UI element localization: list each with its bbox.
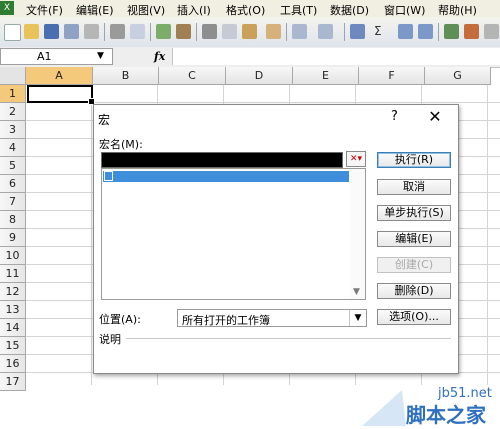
menu-format[interactable]: 格式(O): [226, 2, 265, 18]
row-header-13[interactable]: 13: [0, 301, 26, 319]
name-box-value: A1: [37, 50, 52, 63]
permission-icon[interactable]: [64, 24, 79, 39]
macro-name-input[interactable]: [101, 152, 343, 168]
macro-name-label: 宏名(M):: [99, 138, 143, 151]
row-header-8[interactable]: 8: [0, 211, 26, 229]
dialog-title: 宏: [98, 113, 111, 127]
row-header-1[interactable]: 1: [0, 85, 26, 103]
excel-app-icon[interactable]: X: [0, 1, 14, 15]
run-button[interactable]: 执行(R): [377, 152, 451, 168]
row-header-10[interactable]: 10: [0, 247, 26, 265]
location-select[interactable]: 所有打开的工作簿 ▼: [177, 309, 367, 327]
delete-button[interactable]: 删除(D): [377, 283, 451, 299]
column-header-c[interactable]: C: [159, 67, 226, 85]
menu-bar: X 文件(F) 编辑(E) 视图(V) 插入(I) 格式(O) 工具(T) 数据…: [0, 0, 500, 17]
formula-input[interactable]: [172, 48, 500, 65]
save-icon[interactable]: [44, 24, 59, 39]
row-header-7[interactable]: 7: [0, 193, 26, 211]
menu-view[interactable]: 视图(V): [127, 2, 165, 18]
formula-bar: A1 ▼ fx: [0, 47, 500, 68]
undo-icon[interactable]: [292, 24, 307, 39]
redo-icon[interactable]: [318, 24, 333, 39]
menu-help[interactable]: 帮助(H): [438, 2, 477, 18]
toolbar-separator: [344, 23, 345, 41]
options-button[interactable]: 选项(O)...: [377, 309, 451, 325]
sort-ascending-icon[interactable]: [398, 24, 413, 39]
cut-icon[interactable]: [202, 24, 217, 39]
hyperlink-icon[interactable]: [350, 24, 365, 39]
description-divider: [126, 338, 451, 339]
macro-list[interactable]: ▼: [101, 168, 366, 300]
watermark-name: 脚本之家: [406, 403, 486, 427]
collapse-dialog-icon[interactable]: ✕▾: [346, 151, 366, 167]
insert-function-icon[interactable]: fx: [154, 50, 165, 63]
chevron-down-icon[interactable]: ▼: [353, 287, 360, 297]
toolbar-separator: [104, 23, 105, 41]
menu-window[interactable]: 窗口(W): [384, 2, 425, 18]
row-header-3[interactable]: 3: [0, 121, 26, 139]
list-item-selected[interactable]: [103, 171, 349, 182]
sort-descending-icon[interactable]: [418, 24, 433, 39]
column-header-g[interactable]: G: [425, 67, 491, 85]
menu-data[interactable]: 数据(D): [330, 2, 369, 18]
selected-cell-a1[interactable]: [27, 85, 95, 105]
toolbar-separator: [286, 23, 287, 41]
column-header-d[interactable]: D: [226, 67, 293, 85]
row-header-16[interactable]: 16: [0, 355, 26, 373]
edit-button[interactable]: 编辑(E): [377, 231, 451, 247]
row-header-6[interactable]: 6: [0, 175, 26, 193]
macro-dialog: 宏 ? ✕ 宏名(M): ✕▾ ▼ 执行(R) 取消 单步执行(S) 编辑(E)…: [93, 104, 459, 374]
list-scrollbar[interactable]: ▼: [350, 169, 365, 299]
chart-wizard-icon[interactable]: [444, 24, 459, 39]
menu-insert[interactable]: 插入(I): [177, 2, 211, 18]
row-header-17[interactable]: 17: [0, 373, 26, 391]
watermark-logo-icon: [362, 390, 406, 426]
autosum-icon[interactable]: Σ: [374, 24, 382, 39]
spelling-icon[interactable]: [156, 24, 171, 39]
column-header-f[interactable]: F: [359, 67, 425, 85]
standard-toolbar: Σ: [0, 17, 500, 48]
column-header-e[interactable]: E: [293, 67, 359, 85]
row-header-11[interactable]: 11: [0, 265, 26, 283]
format-painter-icon[interactable]: [266, 24, 281, 39]
row-header-5[interactable]: 5: [0, 157, 26, 175]
create-button: 创建(C): [377, 257, 451, 273]
research-icon[interactable]: [176, 24, 191, 39]
description-label: 说明: [99, 333, 121, 346]
macro-icon: [104, 171, 113, 181]
new-icon[interactable]: [4, 24, 21, 41]
column-header-a[interactable]: A: [26, 67, 93, 85]
help-icon[interactable]: ?: [391, 109, 398, 124]
row-header-9[interactable]: 9: [0, 229, 26, 247]
zoom-icon[interactable]: [484, 24, 499, 39]
menu-file[interactable]: 文件(F): [26, 2, 63, 18]
name-box[interactable]: A1 ▼: [0, 48, 113, 65]
chevron-down-icon[interactable]: ▼: [349, 310, 366, 326]
menu-edit[interactable]: 编辑(E): [76, 2, 114, 18]
paste-icon[interactable]: [242, 24, 257, 39]
location-label: 位置(A):: [99, 313, 141, 326]
print-preview-icon[interactable]: [130, 24, 145, 39]
column-header-b[interactable]: B: [93, 67, 159, 85]
row-header-15[interactable]: 15: [0, 337, 26, 355]
toolbar-separator: [196, 23, 197, 41]
toolbar-separator: [150, 23, 151, 41]
row-header-4[interactable]: 4: [0, 139, 26, 157]
toolbar-separator: [438, 23, 439, 41]
location-select-value: 所有打开的工作簿: [182, 314, 270, 327]
row-header-14[interactable]: 14: [0, 319, 26, 337]
cancel-button[interactable]: 取消: [377, 179, 451, 195]
copy-icon[interactable]: [222, 24, 237, 39]
print-icon[interactable]: [110, 24, 125, 39]
menu-tools[interactable]: 工具(T): [280, 2, 317, 18]
open-icon[interactable]: [24, 24, 39, 39]
select-all-corner[interactable]: [0, 67, 26, 85]
chevron-down-icon[interactable]: ▼: [97, 51, 104, 61]
close-icon[interactable]: ✕: [424, 106, 446, 128]
row-header-2[interactable]: 2: [0, 103, 26, 121]
email-icon[interactable]: [84, 24, 99, 39]
step-into-button[interactable]: 单步执行(S): [377, 205, 451, 221]
drawing-icon[interactable]: [464, 24, 479, 39]
row-header-12[interactable]: 12: [0, 283, 26, 301]
